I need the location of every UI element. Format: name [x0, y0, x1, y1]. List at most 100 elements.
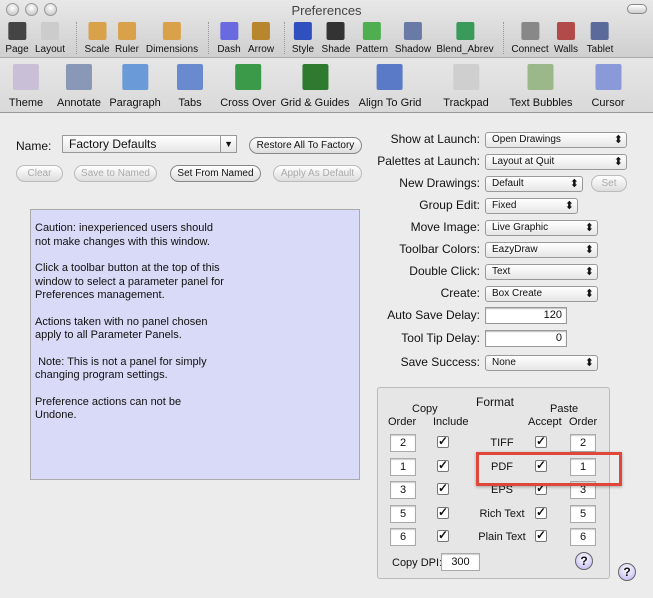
toolbar-button-shadow[interactable]: Shadow: [395, 22, 431, 55]
page-icon: [7, 22, 26, 40]
updown-arrows-icon: ⬍: [613, 134, 623, 146]
copy-order-header: Order: [388, 416, 417, 428]
walls-icon: [556, 22, 575, 40]
value: Live Graphic: [492, 222, 549, 233]
value: 0: [555, 332, 562, 344]
toolbar-button-cursor[interactable]: Cursor: [591, 64, 625, 109]
toolbar-button-text-bubbles[interactable]: Text Bubbles: [509, 64, 573, 109]
new-drawings-popup[interactable]: Default ⬍: [485, 176, 583, 192]
include-checkbox[interactable]: ✓: [437, 529, 449, 542]
updown-arrows-icon: ⬍: [584, 266, 594, 278]
set-new-drawings-button[interactable]: Set: [591, 175, 627, 192]
paste-order-input[interactable]: 6: [570, 528, 596, 546]
value: Box Create: [492, 288, 543, 299]
include-checkbox[interactable]: ✓: [437, 482, 449, 495]
format-name: Plain Text: [478, 531, 526, 543]
toolbar-button-tabs[interactable]: Tabs: [177, 64, 203, 109]
toolbar-button-grid-guides[interactable]: Grid & Guides: [280, 64, 350, 109]
paste-order-input[interactable]: 5: [570, 504, 596, 523]
toolbar-label: Cursor: [591, 97, 625, 109]
show-launch-label: Show at Launch:: [390, 132, 480, 146]
trackpad-icon: [452, 64, 479, 90]
include-checkbox[interactable]: ✓: [437, 435, 449, 448]
save-success-popup[interactable]: None ⬍: [485, 355, 598, 371]
toolbar-button-trackpad[interactable]: Trackpad: [443, 64, 489, 109]
move-image-label: Move Image:: [410, 220, 480, 234]
copy-dpi-input[interactable]: 300: [441, 553, 480, 571]
name-combo[interactable]: Factory Defaults ▼: [62, 135, 237, 153]
value: Default: [492, 178, 524, 189]
toolbar-button-blend-abrev[interactable]: Blend_Abrev: [436, 22, 494, 55]
toolbar-button-dash[interactable]: Dash: [217, 22, 241, 55]
toolbar-button-annotate[interactable]: Annotate: [57, 64, 101, 109]
group-edit-label: Group Edit:: [419, 198, 480, 212]
toolbar-label: Cross Over: [220, 97, 276, 109]
show-launch-popup[interactable]: Open Drawings ⬍: [485, 132, 627, 148]
palettes-popup[interactable]: Layout at Quit ⬍: [485, 154, 627, 170]
move-image-popup[interactable]: Live Graphic ⬍: [485, 220, 598, 236]
copy-order-input[interactable]: 3: [390, 481, 416, 499]
toolbar-separator: [208, 22, 209, 54]
auto-save-input[interactable]: 120: [485, 307, 567, 324]
accept-checkbox[interactable]: ✓: [535, 435, 547, 448]
value: Text: [492, 266, 511, 277]
toolbar-label: Connect: [511, 44, 549, 55]
copy-order-input[interactable]: 1: [390, 457, 416, 476]
clear-button[interactable]: Clear: [16, 165, 63, 182]
create-popup[interactable]: Box Create ⬍: [485, 286, 598, 302]
toolbar-button-walls[interactable]: Walls: [554, 22, 578, 55]
copy-order-input[interactable]: 5: [390, 504, 416, 523]
copy-dpi-label: Copy DPI:: [392, 557, 443, 569]
include-header: Include: [433, 416, 469, 428]
paste-order-input[interactable]: 2: [570, 434, 596, 452]
toolbar-button-pattern[interactable]: Pattern: [356, 22, 388, 55]
create-label: Create:: [440, 286, 480, 300]
toolbar-button-connect[interactable]: Connect: [511, 22, 549, 55]
double-click-popup[interactable]: Text ⬍: [485, 264, 598, 280]
toolbar-label: Page: [5, 44, 29, 55]
toolbar-button-layout[interactable]: Layout: [35, 22, 65, 55]
toolbar-colors-popup[interactable]: EazyDraw ⬍: [485, 242, 598, 258]
updown-arrows-icon: ⬍: [613, 156, 623, 168]
toolbar-button-theme[interactable]: Theme: [9, 64, 43, 109]
cursor-icon: [594, 64, 621, 90]
save-to-named-button[interactable]: Save to Named: [74, 165, 157, 182]
style-icon: [293, 22, 312, 40]
toolbar-toggle-button[interactable]: [627, 4, 647, 14]
tooltip-input[interactable]: 0: [485, 330, 567, 347]
toolbar-label: Annotate: [56, 97, 102, 109]
toolbar-button-scale[interactable]: Scale: [84, 22, 110, 55]
copy-order-input[interactable]: 6: [390, 528, 416, 546]
updown-arrows-icon: ⬍: [584, 357, 594, 369]
toolbar-button-page[interactable]: Page: [5, 22, 29, 55]
toolbar-label: Dash: [217, 44, 241, 55]
updown-arrows-icon: ⬍: [564, 200, 574, 212]
toolbar-button-align-to-grid[interactable]: Align To Grid: [359, 64, 421, 109]
copy-order-input[interactable]: 2: [390, 434, 416, 452]
name-value: Factory Defaults: [69, 137, 157, 151]
layout-icon: [41, 22, 59, 40]
include-checkbox[interactable]: ✓: [437, 506, 449, 519]
toolbar-button-tablet[interactable]: Tablet: [586, 22, 614, 55]
accept-checkbox[interactable]: ✓: [535, 506, 547, 519]
toolbar-label: Tablet: [586, 44, 614, 55]
format-help-button[interactable]: ?: [575, 552, 593, 570]
toolbar-button-ruler[interactable]: Ruler: [115, 22, 139, 55]
toolbar-button-dimensions[interactable]: Dimensions: [146, 22, 198, 55]
accept-checkbox[interactable]: ✓: [535, 529, 547, 542]
paragraph-icon: [122, 64, 148, 90]
set-from-named-button[interactable]: Set From Named: [170, 165, 261, 182]
toolbar-button-style[interactable]: Style: [292, 22, 314, 55]
toolbar-button-shade[interactable]: Shade: [322, 22, 350, 55]
group-edit-popup[interactable]: Fixed ⬍: [485, 198, 578, 214]
include-checkbox[interactable]: ✓: [437, 459, 449, 472]
paste-order-header: Order: [569, 416, 598, 428]
double-click-label: Double Click:: [409, 264, 480, 278]
toolbar-button-cross-over[interactable]: Cross Over: [220, 64, 276, 109]
chevron-down-icon[interactable]: ▼: [220, 136, 233, 152]
toolbar-label: Text Bubbles: [509, 97, 573, 109]
toolbar-button-arrow[interactable]: Arrow: [248, 22, 274, 55]
toolbar-button-paragraph[interactable]: Paragraph: [109, 64, 161, 109]
highlight-box: [476, 452, 622, 486]
help-button[interactable]: ?: [618, 563, 636, 581]
